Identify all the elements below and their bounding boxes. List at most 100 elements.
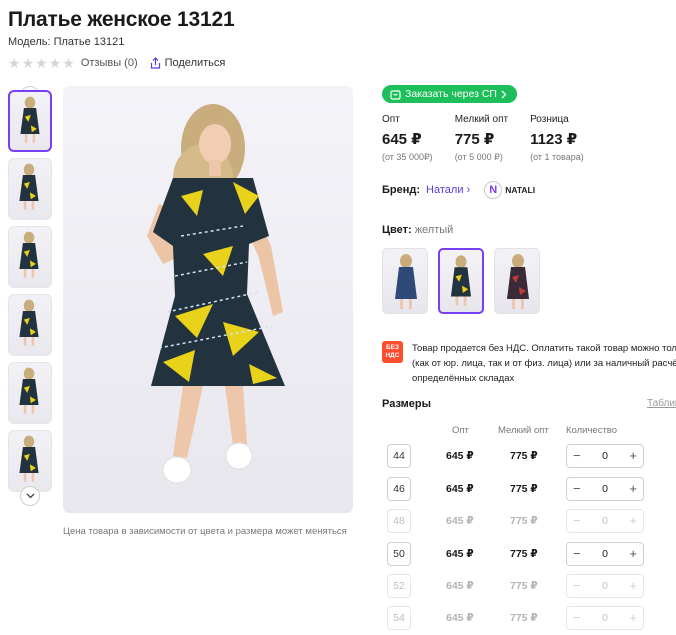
brand-logo[interactable]: N NATALI (484, 181, 535, 199)
rating-stars: ★ ★ ★ ★ ★ (8, 56, 75, 70)
star-icon: ★ (8, 55, 21, 71)
swatch-dress-image (395, 254, 417, 309)
plus-icon: + (629, 610, 637, 625)
size-price-small: 775 ₽ (510, 612, 538, 624)
thumbnail-dress-image (19, 435, 39, 482)
quantity-value[interactable]: 0 (602, 548, 608, 560)
size-row: 50 645 ₽ 775 ₽ − 0 + (382, 542, 652, 568)
thumbnail-dress-image (20, 96, 40, 143)
size-price-opt: 645 ₽ (446, 580, 474, 592)
thumbnail-dress-image (19, 163, 39, 210)
quantity-stepper: − 0 + (566, 509, 644, 533)
size-row: 54 645 ₽ 775 ₽ − 0 + (382, 606, 652, 632)
thumbnail-dress-image (19, 367, 39, 414)
size-price-small: 775 ₽ (510, 483, 538, 495)
quantity-value: 0 (602, 612, 608, 624)
size-label: 50 (387, 542, 411, 566)
brand-row: Бренд: Натали › N NATALI (382, 181, 535, 199)
color-swatch-blue[interactable] (382, 248, 428, 314)
vat-line: (как от юр. лица, так и от физ. лица) ил… (412, 358, 676, 369)
brand-name: Натали (426, 184, 464, 196)
thumbnail-dress-image (19, 231, 39, 278)
rating-row: ★ ★ ★ ★ ★ Отзывы (0) Поделиться (8, 56, 225, 70)
cart-icon (390, 89, 401, 100)
star-icon: ★ (35, 55, 48, 71)
brand-link[interactable]: Натали › (426, 184, 470, 196)
size-row: 48 645 ₽ 775 ₽ − 0 + (382, 509, 652, 535)
quantity-value[interactable]: 0 (602, 450, 608, 462)
star-icon: ★ (62, 55, 75, 71)
price-small-wholesale: Мелкий опт 775 ₽ (от 5 000 ₽) (455, 114, 508, 163)
price-condition: (от 1 товара) (530, 152, 584, 162)
header-small: Мелкий опт (498, 425, 549, 436)
minus-icon: − (573, 513, 581, 528)
color-value: желтый (414, 224, 454, 236)
size-price-opt: 645 ₽ (446, 612, 474, 624)
chevron-right-icon (501, 90, 507, 98)
thumbnail-image[interactable] (8, 158, 52, 220)
size-row: 52 645 ₽ 775 ₽ − 0 + (382, 574, 652, 600)
size-row: 44 645 ₽ 775 ₽ − 0 + (382, 444, 652, 470)
natali-logo-icon: N (484, 181, 503, 199)
size-label: 44 (387, 444, 411, 468)
size-price-small: 775 ₽ (510, 548, 538, 560)
quantity-stepper[interactable]: − 0 + (566, 542, 644, 566)
share-button[interactable]: Поделиться (150, 57, 226, 69)
plus-icon[interactable]: + (629, 482, 637, 495)
order-sp-label: Заказать через СП (405, 88, 497, 100)
vat-text: Товар продается без НДС. Оплатить такой … (412, 341, 676, 386)
size-price-opt: 645 ₽ (446, 548, 474, 560)
no-vat-badge: БЕЗ НДС (382, 341, 403, 363)
sizes-title: Размеры (382, 398, 432, 410)
plus-icon[interactable]: + (629, 547, 637, 560)
price-wholesale: Опт 645 ₽ (от 35 000₽) (382, 114, 433, 163)
price-label: Опт (382, 114, 400, 125)
minus-icon[interactable]: − (573, 482, 581, 495)
swatch-dress-image (507, 254, 529, 309)
size-row: 46 645 ₽ 775 ₽ − 0 + (382, 477, 652, 503)
quantity-stepper[interactable]: − 0 + (566, 444, 644, 468)
quantity-value: 0 (602, 580, 608, 592)
thumbnail-image[interactable] (8, 226, 52, 288)
color-swatch-yellow[interactable] (438, 248, 484, 314)
vat-notice: БЕЗ НДС Товар продается без НДС. Оплатит… (382, 341, 676, 386)
quantity-stepper[interactable]: − 0 + (566, 477, 644, 501)
thumbnail-dress-image (19, 299, 39, 346)
minus-icon[interactable]: − (573, 547, 581, 560)
thumbnail-image[interactable] (8, 430, 52, 492)
price-label: Мелкий опт (454, 114, 509, 125)
size-price-opt: 645 ₽ (446, 483, 474, 495)
price-value: 775 ₽ (454, 131, 495, 148)
minus-icon[interactable]: − (573, 449, 581, 462)
thumbnail-image[interactable] (8, 90, 52, 152)
color-swatch-red[interactable] (494, 248, 540, 314)
badge-line: БЕЗ (385, 344, 400, 351)
reviews-link[interactable]: Отзывы (0) (81, 57, 138, 69)
badge-line: НДС (385, 352, 400, 359)
price-condition: (от 5 000 ₽) (454, 152, 503, 162)
order-sp-button[interactable]: Заказать через СП (382, 85, 517, 103)
star-icon: ★ (48, 55, 62, 71)
price-condition: (от 35 000₽) (382, 152, 433, 162)
minus-icon: − (573, 578, 581, 593)
size-price-small: 775 ₽ (510, 450, 538, 462)
thumbnail-image[interactable] (8, 294, 52, 356)
swatch-dress-image (450, 255, 472, 306)
main-product-image[interactable] (63, 86, 353, 513)
price-note-caption: Цена товара в зависимости от цвета и раз… (63, 526, 347, 537)
quantity-stepper: − 0 + (566, 574, 644, 598)
header-qty: Количество (566, 425, 618, 436)
thumbnail-image[interactable] (8, 362, 52, 424)
color-swatches (382, 248, 540, 314)
size-price-opt: 645 ₽ (446, 515, 474, 527)
plus-icon: + (629, 578, 637, 593)
size-table-link[interactable]: Таблиц (647, 398, 676, 409)
quantity-value: 0 (602, 515, 608, 527)
product-model: Модель: Платье 13121 (8, 36, 125, 48)
size-price-small: 775 ₽ (510, 580, 538, 592)
share-label: Поделиться (164, 57, 226, 69)
thumbnails-down-button[interactable] (20, 486, 40, 506)
size-label: 52 (387, 574, 411, 598)
plus-icon[interactable]: + (629, 449, 637, 462)
quantity-value[interactable]: 0 (602, 483, 608, 495)
